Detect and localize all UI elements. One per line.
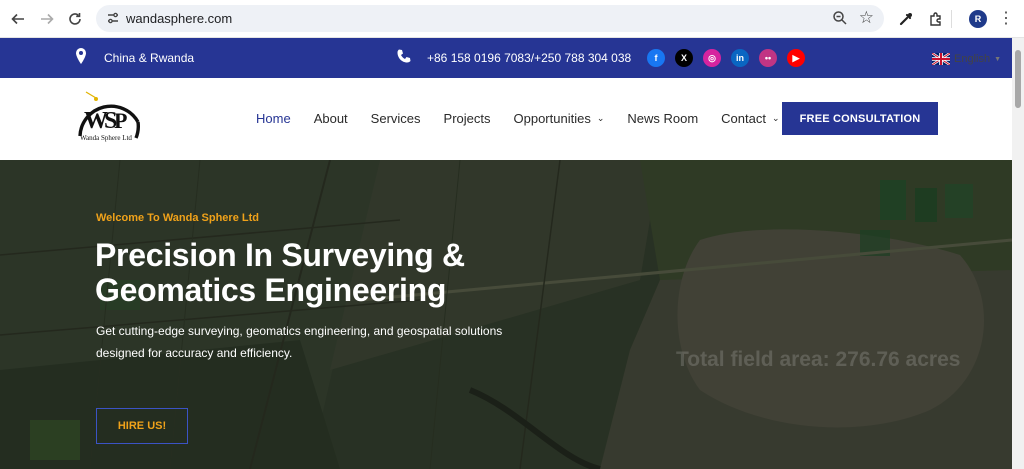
language-selector[interactable]: English ▼: [932, 53, 1001, 65]
x-icon[interactable]: X: [675, 49, 693, 67]
reload-icon: [69, 13, 81, 25]
arrow-right-icon: [41, 13, 54, 25]
address-bar[interactable]: wandasphere.com ☆: [96, 5, 884, 32]
forward-button[interactable]: [37, 9, 57, 29]
nav-item-about[interactable]: About: [314, 111, 348, 126]
site-header: W S P Wanda Sphere Ltd Home About Services…: [0, 78, 1012, 160]
linkedin-icon[interactable]: in: [731, 49, 749, 67]
hero-headline: Precision In Surveying & Geomatics Engin…: [95, 237, 465, 308]
phone-icon: [397, 49, 411, 63]
nav-item-home[interactable]: Home: [256, 111, 291, 126]
chevron-down-icon: ▼: [994, 55, 1002, 63]
nav-item-contact[interactable]: Contact ⌄: [721, 111, 779, 126]
hero-welcome-text: Welcome To Wanda Sphere Ltd: [96, 212, 259, 224]
youtube-icon[interactable]: ▶: [787, 49, 805, 67]
page-scrollbar[interactable]: [1012, 38, 1024, 469]
hero-section: Welcome To Wanda Sphere Ltd Precision In…: [0, 160, 1012, 469]
location-text: China & Rwanda: [104, 51, 195, 65]
browser-menu-icon[interactable]: ⋮: [998, 9, 1014, 29]
profile-avatar[interactable]: R: [969, 10, 987, 28]
back-button[interactable]: [8, 9, 28, 29]
nav-item-label: About: [313, 111, 348, 126]
nav-item-news-room[interactable]: News Room: [627, 111, 698, 126]
instagram-icon[interactable]: ◎: [703, 49, 721, 67]
wanda-sphere-logo[interactable]: W S P: [76, 88, 146, 152]
chevron-down-icon: ⌄: [771, 113, 780, 123]
hire-us-button[interactable]: HIRE US!: [96, 408, 188, 444]
extensions-puzzle-icon[interactable]: [926, 9, 946, 29]
svg-text:P: P: [114, 108, 127, 133]
uk-flag-icon: [932, 53, 950, 65]
bookmark-star-icon[interactable]: ☆: [859, 8, 874, 28]
main-navigation: Home About Services Projects Opportunities ⌄ N…: [256, 111, 803, 126]
nav-item-label: Contact: [721, 111, 766, 126]
scrollbar-thumb[interactable]: [1015, 50, 1021, 108]
arrow-left-icon: [11, 13, 24, 25]
eyedropper-extension-icon[interactable]: [896, 9, 916, 29]
nav-item-services[interactable]: Services: [371, 111, 421, 126]
nav-item-label: Services: [370, 111, 421, 126]
logo-caption: Wanda Sphere Ltd: [80, 134, 132, 142]
toolbar-divider: [951, 10, 952, 28]
free-consultation-button[interactable]: FREE CONSULTATION: [782, 102, 938, 135]
language-label: English: [954, 53, 991, 65]
facebook-icon[interactable]: f: [647, 49, 665, 67]
nav-item-opportunities[interactable]: Opportunities ⌄: [514, 111, 605, 126]
chevron-down-icon: ⌄: [596, 113, 605, 123]
site-settings-icon[interactable]: [106, 11, 120, 25]
browser-toolbar: wandasphere.com ☆ R ⋮: [0, 0, 1024, 38]
location-pin-icon: [76, 48, 86, 64]
nav-item-label: Home: [256, 111, 291, 126]
url-text: wandasphere.com: [126, 11, 233, 26]
flickr-icon[interactable]: ••: [759, 49, 777, 67]
nav-item-projects[interactable]: Projects: [444, 111, 491, 126]
hero-subtitle: Get cutting-edge surveying, geomatics en…: [96, 324, 503, 360]
field-area-overlay-text: Total field area: 276.76 acres: [676, 348, 961, 371]
nav-item-label: News Room: [627, 111, 699, 126]
phone-numbers[interactable]: +86 158 0196 7083/+250 788 304 038: [427, 51, 631, 65]
nav-item-label: Projects: [443, 111, 491, 126]
contact-topbar: China & Rwanda +86 158 0196 7083/+250 78…: [0, 38, 1012, 78]
nav-item-label: Opportunities: [513, 111, 591, 126]
zoom-icon[interactable]: [832, 10, 848, 26]
reload-button[interactable]: [65, 9, 85, 29]
